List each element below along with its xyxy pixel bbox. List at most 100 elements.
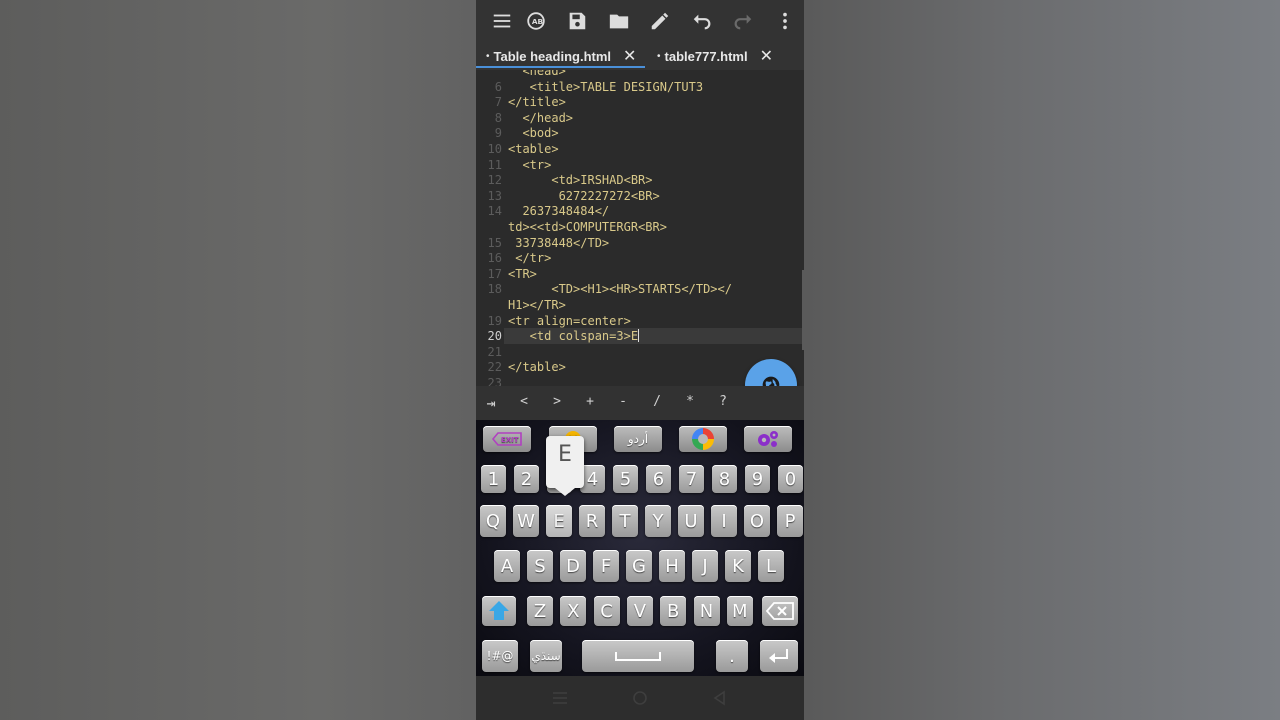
key-s[interactable]: S [527,550,553,582]
code-line[interactable]: 8 </head> [476,110,804,126]
line-number: 22 [487,360,502,375]
close-icon[interactable]: ✕ [760,46,773,66]
line-number: 19 [487,313,502,328]
code-line[interactable]: 12 <td>IRSHAD<BR> [476,172,804,188]
key-z[interactable]: Z [527,596,553,626]
key-1[interactable]: 1 [481,465,506,493]
home-icon[interactable] [631,690,649,706]
key-e[interactable]: E [546,505,572,537]
key-5[interactable]: 5 [613,465,638,493]
symbol-key[interactable]: + [580,394,600,409]
symbol-key[interactable]: > [547,394,567,409]
code-line[interactable]: 16 </tr> [476,250,804,266]
code-line[interactable]: H1></TR> [476,297,804,313]
menu-icon[interactable] [490,9,514,33]
key-d[interactable]: D [560,550,586,582]
code-line[interactable]: 13 6272227272<BR> [476,188,804,204]
code-line[interactable]: 14 2637348484</ [476,203,804,219]
tab-key[interactable]: ⇥ [481,394,501,412]
back-icon[interactable] [711,690,729,706]
settings-button[interactable] [744,426,792,452]
recents-icon[interactable] [551,690,569,706]
code-line[interactable]: 6 <title>TABLE DESIGN/TUT3 [476,79,804,95]
key-6[interactable]: 6 [646,465,671,493]
period-key[interactable]: . [716,640,748,672]
shift-key[interactable] [482,596,516,626]
theme-button[interactable] [679,426,727,452]
code-line[interactable]: 20 <td colspan=3>E [476,328,804,344]
code-line[interactable]: 10 <table> [476,141,804,157]
code-text: td><<td>COMPUTERGR<BR> [508,220,667,234]
code-editor[interactable]: <head> 6 <title>TABLE DESIGN/TUT3 7 </title… [476,70,804,386]
code-line[interactable]: 18 <TD><H1><HR>STARTS</TD></ [476,281,804,297]
key-p[interactable]: P [777,505,803,537]
system-navigation-bar [476,676,804,720]
code-line[interactable]: 17 <TR> [476,266,804,282]
folder-icon[interactable] [607,9,631,33]
key-n[interactable]: N [693,596,720,626]
close-icon[interactable]: ✕ [623,46,636,66]
key-l[interactable]: L [758,550,784,582]
symbol-key[interactable]: < [514,394,534,409]
exit-keyboard-button[interactable]: EXIT [483,426,531,452]
redo-icon[interactable] [731,9,755,33]
key-9[interactable]: 9 [745,465,770,493]
code-text: <title>TABLE DESIGN/TUT3 [508,79,704,94]
key-j[interactable]: J [692,550,718,582]
key-o[interactable]: O [744,505,770,537]
key-y[interactable]: Y [645,505,671,537]
symbol-key[interactable]: / [647,394,667,409]
more-vert-icon[interactable] [773,9,797,33]
code-line[interactable]: 19 <tr align=center> [476,313,804,329]
modified-dot: • [486,50,490,62]
key-h[interactable]: H [659,550,685,582]
text-cursor [638,329,640,343]
key-t[interactable]: T [612,505,638,537]
key-i[interactable]: I [711,505,737,537]
code-line[interactable]: 21 [476,344,804,360]
key-7[interactable]: 7 [679,465,704,493]
code-line[interactable]: td><<td>COMPUTERGR<BR> [476,219,804,235]
key-c[interactable]: C [593,596,620,626]
key-f[interactable]: F [593,550,619,582]
editor-scrollbar[interactable] [802,270,804,350]
key-m[interactable]: M [726,596,753,626]
code-line[interactable]: 15 33738448</TD> [476,235,804,251]
key-b[interactable]: B [660,596,687,626]
code-text: <TD><H1><HR>STARTS</TD></ [508,282,732,297]
key-u[interactable]: U [678,505,704,537]
space-key[interactable] [582,640,694,672]
symbol-key[interactable]: - [613,394,633,409]
enter-key[interactable] [760,640,798,672]
sindhi-language-key[interactable]: سنڌي [530,640,562,672]
urdu-language-button[interactable]: أردو [614,426,662,452]
key-q[interactable]: Q [480,505,506,537]
save-icon[interactable] [565,9,589,33]
key-0[interactable]: 0 [778,465,803,493]
key-k[interactable]: K [725,550,751,582]
soft-keyboard: EXIT أردو 1234567890 QWERTYUIOP ASDFGHJK… [476,420,804,676]
tab-table777[interactable]: • table777.html ✕ [657,42,773,70]
key-v[interactable]: V [626,596,653,626]
key-g[interactable]: G [626,550,652,582]
key-x[interactable]: X [560,596,587,626]
line-number: 11 [487,157,502,172]
code-line[interactable]: 9 <bod> [476,125,804,141]
edit-icon[interactable] [648,9,672,33]
symbols-key[interactable]: !#@ [482,640,518,672]
undo-icon[interactable] [690,9,714,33]
code-line[interactable]: 11 <tr> [476,157,804,173]
key-r[interactable]: R [579,505,605,537]
line-number: 13 [487,188,502,203]
key-8[interactable]: 8 [712,465,737,493]
svg-text:EXIT: EXIT [501,436,519,444]
code-line[interactable]: 7 </title> [476,94,804,110]
key-w[interactable]: W [513,505,539,537]
symbol-key[interactable]: * [680,394,700,409]
symbol-key[interactable]: ? [713,394,733,409]
key-a[interactable]: A [494,550,520,582]
backspace-key[interactable] [762,596,798,626]
key-2[interactable]: 2 [514,465,539,493]
spellcheck-icon[interactable]: AB [524,9,548,33]
code-text: 33738448</TD> [508,235,610,250]
